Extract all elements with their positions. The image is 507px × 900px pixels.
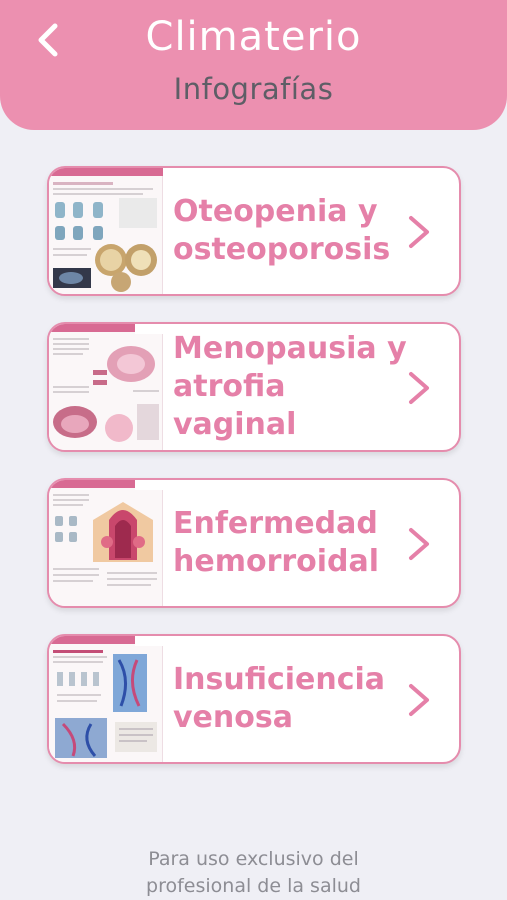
chevron-right-icon: [409, 216, 429, 248]
card-title: Enfermedad hemorroidal: [173, 506, 380, 579]
chevron-right-icon: [409, 528, 429, 560]
infographic-card-osteoporosis[interactable]: Oteopenia y osteoporosis: [47, 166, 461, 296]
header-bar: Climaterio Infografías: [0, 0, 507, 130]
chevron-right-icon: [409, 372, 429, 404]
infographic-thumbnail: [49, 168, 163, 294]
page-title: Climaterio: [145, 14, 362, 60]
footer-disclaimer: Para uso exclusivo del profesional de la…: [146, 848, 361, 897]
infographic-card-venosa[interactable]: Insuficiencia venosa: [47, 634, 461, 764]
infographic-thumbnail: [49, 636, 163, 762]
infographic-card-hemorroidal[interactable]: Enfermedad hemorroidal: [47, 478, 461, 608]
card-title: Oteopenia y osteoporosis: [173, 194, 391, 267]
chevron-right-icon: [409, 684, 429, 716]
infographic-thumbnail: [49, 480, 163, 606]
infographic-card-menopausia[interactable]: Menopausia y atrofia vaginal: [47, 322, 461, 452]
page-subtitle: Infografías: [173, 72, 334, 106]
infographic-thumbnail: [49, 324, 163, 450]
card-title: Menopausia y atrofia vaginal: [173, 331, 407, 442]
card-title: Insuficiencia venosa: [173, 662, 386, 735]
